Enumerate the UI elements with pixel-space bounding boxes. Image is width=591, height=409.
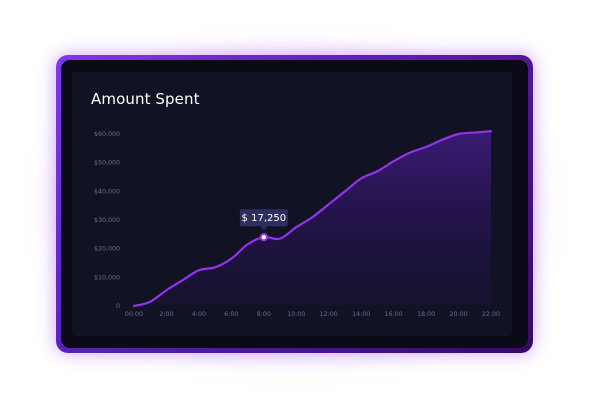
x-tick-label: 14:00 [352,311,370,318]
y-tick-label: 0 [116,303,120,310]
x-tick-label: 6:00 [224,311,238,318]
highlight-point[interactable] [259,233,269,242]
x-tick-label: 20:00 [449,311,467,318]
x-tick-label: 18:00 [417,311,435,318]
tooltip-label: $ 17,250 [242,213,287,224]
tooltip: $ 17,250 [239,209,288,231]
y-tick-label: $50,000 [94,160,120,167]
y-tick-label: $10,000 [94,274,120,281]
tooltip-arrow [259,226,268,231]
x-tick-label: 8:00 [257,311,271,318]
area-fill [134,131,491,306]
x-tick-label: 22:00 [482,311,500,318]
chart-svg: 0 $10,000 $20,000 $30,000 $40,000 $50,000 $60,… [94,130,500,318]
x-tick-label: 4:00 [192,311,206,318]
x-tick-label: 12:00 [320,311,338,318]
x-tick-label: 16:00 [385,311,403,318]
x-tick-label: 10:00 [287,311,305,318]
y-tick-label: $30,000 [94,217,120,224]
y-tick-label: $20,000 [94,246,120,253]
x-tick-label: 00:00 [125,311,143,318]
y-tick-label: $40,000 [94,188,120,195]
x-tick-label: 2:00 [159,311,173,318]
y-tick-label: $60,000 [94,131,120,138]
